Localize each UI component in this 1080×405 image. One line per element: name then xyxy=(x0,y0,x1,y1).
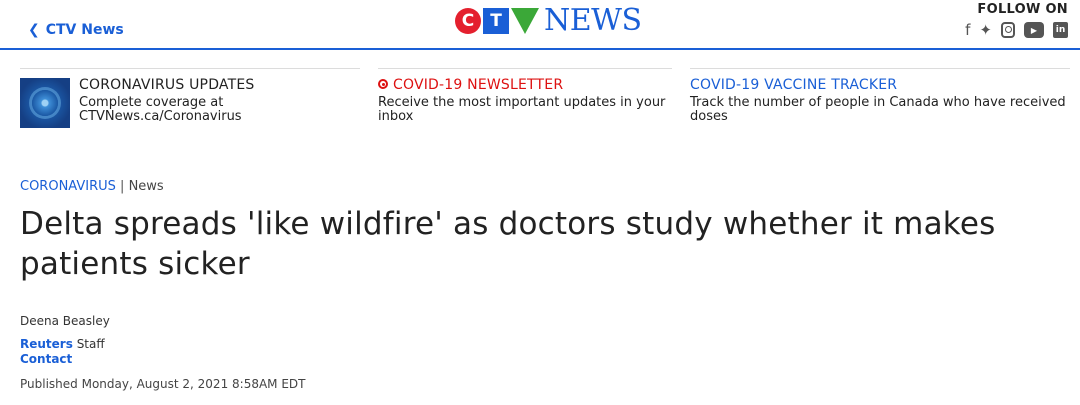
coronavirus-image xyxy=(20,78,70,128)
category-link[interactable]: CORONAVIRUS xyxy=(20,179,116,194)
site-header: ❮ CTV News C T V NEWS FOLLOW ON f ✦ ▶ in xyxy=(0,0,1080,50)
facebook-icon[interactable]: f xyxy=(965,21,970,39)
author-role: Staff xyxy=(76,337,105,351)
logo-letter-t: T xyxy=(483,8,509,34)
promo-title: CORONAVIRUS UPDATES xyxy=(79,77,255,93)
instagram-icon[interactable] xyxy=(1001,22,1015,38)
author-name: Deena Beasley xyxy=(20,314,110,328)
breadcrumb-separator: | xyxy=(120,179,125,194)
promo-coronavirus-updates[interactable]: CORONAVIRUS UPDATES Complete coverage at… xyxy=(20,68,360,132)
promo-description: Track the number of people in Canada who… xyxy=(690,95,1066,124)
social-links: f ✦ ▶ in xyxy=(965,21,1068,39)
contact-link[interactable]: Contact xyxy=(20,352,72,366)
promo-title-text: COVID-19 NEWSLETTER xyxy=(393,77,564,93)
back-link-label: CTV News xyxy=(45,22,124,38)
promo-vaccine-tracker[interactable]: COVID-19 VACCINE TRACKER Track the numbe… xyxy=(690,68,1070,132)
author-organization: Reuters Staff xyxy=(20,337,105,351)
reuters-link[interactable]: Reuters xyxy=(20,337,73,351)
follow-on-label: FOLLOW ON xyxy=(977,2,1068,17)
promo-title: COVID-19 NEWSLETTER xyxy=(378,77,672,93)
logo-wordmark: NEWS xyxy=(544,3,642,38)
promo-description: Receive the most important updates in yo… xyxy=(378,95,666,124)
logo-letter-v: V xyxy=(511,8,539,34)
follow-on-section: FOLLOW ON f ✦ ▶ in xyxy=(965,2,1068,39)
article-headline: Delta spreads 'like wildfire' as doctors… xyxy=(20,206,996,282)
newsletter-target-icon xyxy=(378,79,388,89)
back-to-ctv-news-link[interactable]: ❮ CTV News xyxy=(28,22,124,38)
promo-covid-newsletter[interactable]: COVID-19 NEWSLETTER Receive the most imp… xyxy=(378,68,672,132)
published-timestamp: Published Monday, August 2, 2021 8:58AM … xyxy=(20,377,306,391)
breadcrumb-section: News xyxy=(128,179,164,194)
promo-description: Complete coverage at CTVNews.ca/Coronavi… xyxy=(79,95,242,124)
twitter-icon[interactable]: ✦ xyxy=(979,21,992,39)
linkedin-icon[interactable]: in xyxy=(1053,22,1068,38)
chevron-left-icon: ❮ xyxy=(28,22,40,38)
breadcrumb: CORONAVIRUS | News xyxy=(20,179,164,194)
youtube-icon[interactable]: ▶ xyxy=(1024,22,1044,38)
promo-title: COVID-19 VACCINE TRACKER xyxy=(690,77,898,93)
ctv-news-logo[interactable]: C T V NEWS xyxy=(455,6,642,36)
logo-letter-c: C xyxy=(455,8,481,34)
